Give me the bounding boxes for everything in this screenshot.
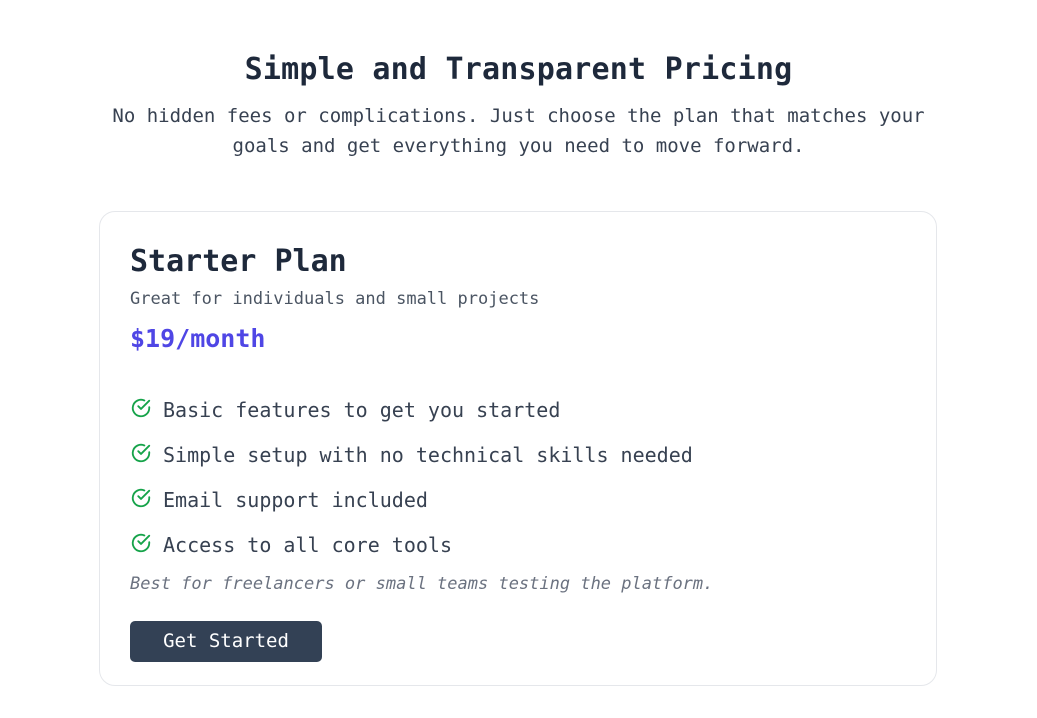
- page-subtitle: No hidden fees or complications. Just ch…: [112, 105, 925, 157]
- feature-text: Simple setup with no technical skills ne…: [163, 442, 693, 467]
- plan-name: Starter Plan: [130, 244, 347, 279]
- check-circle-icon: [130, 487, 152, 509]
- page-title: Simple and Transparent Pricing: [244, 52, 793, 88]
- check-circle-icon: [130, 442, 152, 464]
- plan-card: Starter Plan Great for individuals and s…: [99, 211, 937, 686]
- feature-text: Access to all core tools: [163, 532, 452, 557]
- feature-item: Email support included: [130, 477, 693, 522]
- check-circle-icon: [130, 397, 152, 419]
- feature-item: Access to all core tools: [130, 522, 693, 567]
- feature-text: Email support included: [163, 487, 428, 512]
- feature-item: Basic features to get you started: [130, 387, 693, 432]
- check-circle-icon: [130, 532, 152, 554]
- feature-item: Simple setup with no technical skills ne…: [130, 432, 693, 477]
- get-started-button[interactable]: Get Started: [130, 621, 322, 662]
- plan-price: $19/month: [130, 324, 266, 353]
- plan-description: Great for individuals and small projects: [130, 289, 540, 309]
- plan-note: Best for freelancers or small teams test…: [130, 574, 714, 594]
- feature-text: Basic features to get you started: [163, 397, 561, 422]
- feature-list: Basic features to get you started Simple…: [130, 387, 693, 567]
